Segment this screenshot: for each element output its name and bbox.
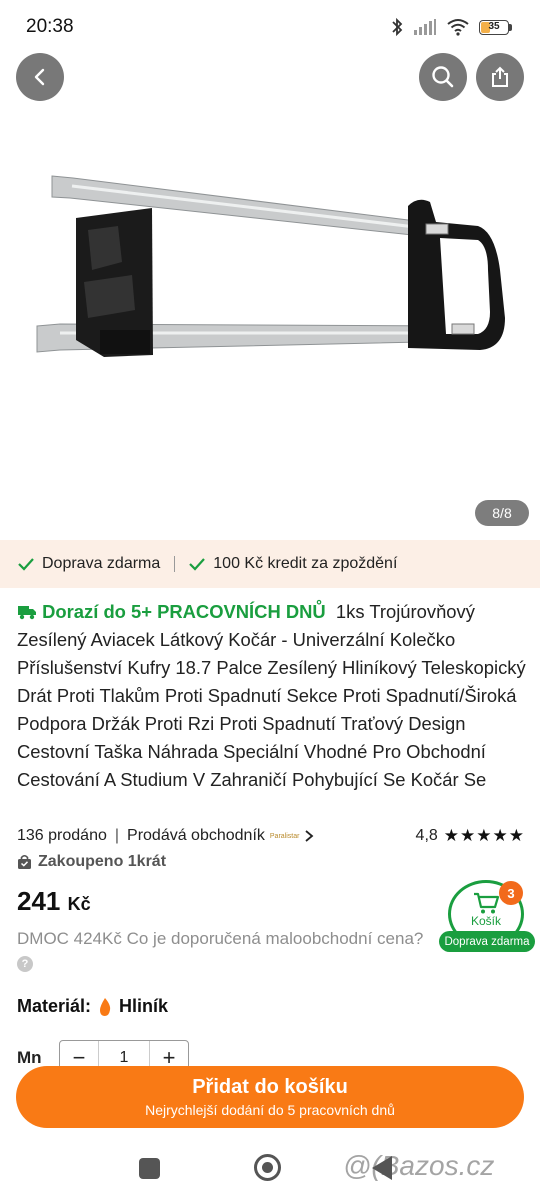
help-icon[interactable]: ? bbox=[17, 956, 33, 972]
seller-label: Prodává obchodník bbox=[127, 827, 265, 844]
rating-value: 4,8 bbox=[415, 827, 438, 844]
cart-shipping-badge: Doprava zdarma bbox=[439, 931, 535, 952]
flame-icon bbox=[100, 997, 111, 1016]
cart-count-badge: 3 bbox=[499, 881, 523, 905]
product-title: Dorazí do 5+ PRACOVNÍCH DNŮ 1ks Trojúrov… bbox=[17, 598, 527, 794]
search-button[interactable] bbox=[419, 53, 467, 101]
benefit-delay-credit[interactable]: 100 Kč kredit za zpoždění bbox=[189, 555, 397, 573]
watermark: @(Bazos.cz bbox=[343, 1150, 495, 1181]
system-nav-bar: @(Bazos.cz bbox=[0, 1140, 540, 1200]
product-meta: 136 prodáno | Prodává obchodník Paralist… bbox=[17, 826, 525, 846]
back-button[interactable] bbox=[16, 53, 64, 101]
share-button[interactable] bbox=[476, 53, 524, 101]
cart-icon bbox=[474, 892, 500, 913]
back-nav-button[interactable] bbox=[372, 1156, 392, 1180]
home-button[interactable] bbox=[254, 1154, 281, 1181]
check-icon bbox=[189, 558, 206, 571]
check-icon bbox=[18, 558, 34, 571]
add-to-cart-label: Přidat do košíku bbox=[192, 1076, 348, 1098]
seller-link[interactable]: Prodává obchodník Paralistar bbox=[127, 827, 314, 845]
image-counter: 8/8 bbox=[475, 500, 529, 526]
product-title-text: 1ks Trojúrovňový Zesílený Aviacek Látkov… bbox=[17, 601, 526, 790]
price-value: 241 bbox=[17, 886, 61, 916]
chevron-left-icon bbox=[34, 68, 45, 86]
purchased-info: Zakoupeno 1krát bbox=[17, 853, 166, 871]
add-to-cart-button[interactable]: Přidat do košíku Nejrychlejší dodání do … bbox=[16, 1066, 524, 1128]
material-label: Materiál: bbox=[17, 996, 92, 1016]
cart-label: Košík bbox=[470, 913, 501, 928]
rating[interactable]: 4,8 ★★★★★ bbox=[416, 826, 525, 846]
recommended-price: DMOC 424Kč Co je doporučená maloobchodní… bbox=[17, 929, 424, 948]
share-icon bbox=[492, 66, 508, 87]
purchased-text: Zakoupeno 1krát bbox=[38, 853, 167, 870]
delivery-tag: Dorazí do 5+ PRACOVNÍCH DNŮ bbox=[42, 601, 326, 622]
rating-stars: ★★★★★ bbox=[443, 826, 525, 845]
sold-count: 136 prodáno bbox=[17, 827, 107, 844]
seller-logo: Paralistar bbox=[269, 832, 300, 840]
quantity-label: Mn bbox=[17, 1048, 42, 1067]
divider: | bbox=[114, 827, 120, 844]
benefit-label: Doprava zdarma bbox=[42, 555, 161, 572]
benefit-free-shipping[interactable]: Doprava zdarma bbox=[18, 555, 160, 573]
shopping-bag-icon bbox=[18, 854, 31, 869]
benefit-label: 100 Kč kredit za zpoždění bbox=[213, 555, 398, 572]
benefits-strip[interactable]: Doprava zdarma 100 Kč kredit za zpoždění bbox=[0, 540, 540, 588]
price: 241 Kč bbox=[17, 886, 91, 917]
divider bbox=[174, 556, 176, 572]
chevron-right-icon bbox=[305, 830, 314, 842]
price-currency: Kč bbox=[67, 894, 91, 914]
product-gallery[interactable]: 8/8 bbox=[0, 0, 540, 540]
search-icon bbox=[432, 66, 454, 88]
add-to-cart-sublabel: Nejrychlejší dodání do 5 pracovních dnů bbox=[145, 1102, 395, 1118]
delivery-truck-icon bbox=[18, 606, 36, 620]
recents-button[interactable] bbox=[139, 1158, 160, 1179]
material-value: Hliník bbox=[119, 996, 169, 1016]
material-row: Materiál: Hliník bbox=[17, 996, 168, 1017]
